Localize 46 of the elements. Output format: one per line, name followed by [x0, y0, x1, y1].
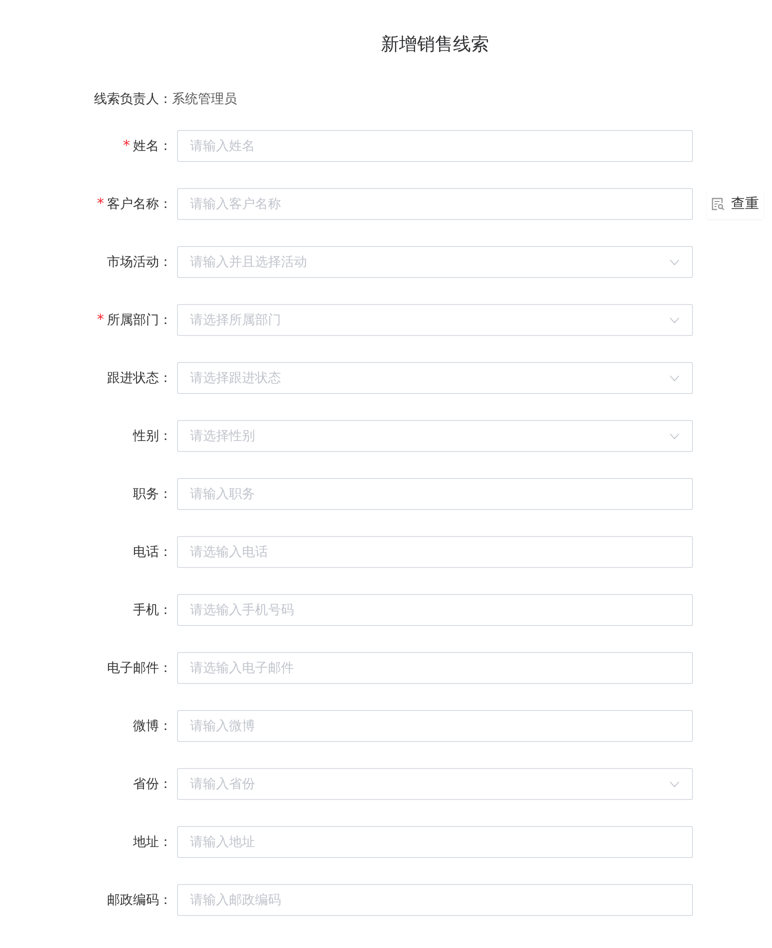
- select-field[interactable]: 请选择所属部门: [177, 304, 693, 336]
- chevron-down-icon: [669, 316, 680, 324]
- field-label: 手机：: [133, 602, 172, 619]
- field-label: 电子邮件：: [107, 660, 172, 677]
- field-label: 客户名称：: [107, 196, 172, 213]
- input-field[interactable]: 请输入微博: [177, 710, 693, 742]
- input-field[interactable]: 请选输入电子邮件: [177, 652, 693, 684]
- input-field[interactable]: 请输入邮政编码: [177, 884, 693, 916]
- chevron-down-icon: [669, 780, 680, 788]
- field-label: 市场活动：: [107, 254, 172, 271]
- select-field[interactable]: 请输入省份: [177, 768, 693, 800]
- chevron-down-icon: [669, 432, 680, 440]
- placeholder-text: 请输入省份: [190, 776, 255, 793]
- chevron-down-icon: [669, 258, 680, 266]
- field-label: 地址：: [133, 834, 172, 851]
- input-field[interactable]: 请输入姓名: [177, 130, 693, 162]
- input-field[interactable]: 请输入客户名称: [177, 188, 693, 220]
- input-field[interactable]: 请输入地址: [177, 826, 693, 858]
- placeholder-text: 请选择所属部门: [190, 312, 281, 329]
- select-field[interactable]: 请输入并且选择活动: [177, 246, 693, 278]
- owner-value: 系统管理员: [172, 91, 237, 108]
- field-label: 电话：: [133, 544, 172, 561]
- field-label: 线索负责人：: [94, 91, 172, 108]
- required-mark: *: [123, 138, 130, 154]
- select-field[interactable]: 请选择性别: [177, 420, 693, 452]
- chevron-down-icon: [669, 374, 680, 382]
- input-field[interactable]: 请输入职务: [177, 478, 693, 510]
- select-field[interactable]: 请选择跟进状态: [177, 362, 693, 394]
- placeholder-text: 请选择跟进状态: [190, 370, 281, 387]
- field-label: 省份：: [133, 776, 172, 793]
- required-mark: *: [97, 312, 104, 328]
- page-title: 新增销售线索: [381, 33, 489, 57]
- field-label: 职务：: [133, 486, 172, 503]
- field-label: 邮政编码：: [107, 892, 172, 909]
- field-label: 跟进状态：: [107, 370, 172, 387]
- field-label: 姓名：: [133, 138, 172, 155]
- required-mark: *: [97, 196, 104, 212]
- document-search-icon: [711, 197, 725, 211]
- field-label: 所属部门：: [107, 312, 172, 329]
- placeholder-text: 请选择性别: [190, 428, 255, 445]
- check-duplicate-button[interactable]: 查重: [707, 189, 763, 219]
- input-field[interactable]: 请选输入手机号码: [177, 594, 693, 626]
- input-field[interactable]: 请选输入电话: [177, 536, 693, 568]
- placeholder-text: 请输入并且选择活动: [190, 254, 307, 271]
- field-label: 微博：: [133, 718, 172, 735]
- field-label: 性别：: [133, 428, 172, 445]
